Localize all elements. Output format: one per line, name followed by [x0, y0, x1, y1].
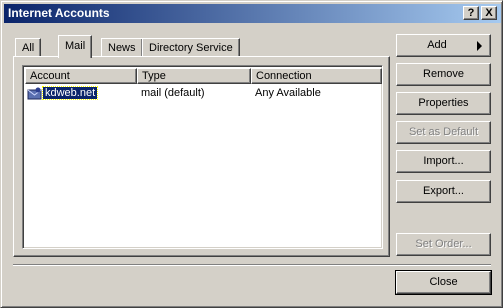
export-button[interactable]: Export...	[396, 180, 491, 203]
internet-accounts-dialog: Internet Accounts ? X All Mail News Dire…	[0, 0, 503, 308]
import-button[interactable]: Import...	[396, 150, 491, 173]
properties-button[interactable]: Properties	[396, 92, 491, 115]
submenu-arrow-icon	[477, 41, 482, 51]
accounts-list[interactable]: Account Type Connection kdweb.net mail (…	[22, 65, 383, 249]
title-bar[interactable]: Internet Accounts ? X	[4, 4, 501, 23]
mail-tab-panel: Account Type Connection kdweb.net mail (…	[13, 56, 390, 257]
set-as-default-button[interactable]: Set as Default	[396, 121, 491, 144]
close-window-button[interactable]: X	[481, 6, 497, 20]
tab-mail[interactable]: Mail	[58, 35, 93, 58]
column-header-account[interactable]: Account	[25, 68, 137, 84]
tab-all[interactable]: All	[15, 38, 42, 57]
close-button[interactable]: Close	[395, 270, 492, 295]
tab-news[interactable]: News	[101, 38, 143, 57]
add-button[interactable]: Add	[396, 34, 491, 57]
account-name: kdweb.net	[41, 86, 99, 100]
add-button-label: Add	[427, 39, 447, 51]
column-header-connection[interactable]: Connection	[251, 68, 382, 84]
list-header: Account Type Connection	[25, 68, 382, 84]
table-row[interactable]: kdweb.net mail (default) Any Available	[25, 86, 382, 102]
help-button[interactable]: ?	[463, 6, 479, 20]
column-header-type[interactable]: Type	[137, 68, 251, 84]
account-type-cell: mail (default)	[141, 87, 205, 99]
divider	[13, 264, 491, 266]
mail-account-icon	[27, 86, 43, 102]
set-order-button[interactable]: Set Order...	[396, 233, 491, 256]
window-title: Internet Accounts	[8, 6, 110, 20]
account-connection-cell: Any Available	[255, 87, 321, 99]
account-tabs: All Mail News Directory Service Account …	[13, 35, 390, 257]
remove-button[interactable]: Remove	[396, 63, 491, 86]
account-name-cell: kdweb.net	[41, 86, 99, 100]
tab-directory-service[interactable]: Directory Service	[142, 38, 240, 57]
